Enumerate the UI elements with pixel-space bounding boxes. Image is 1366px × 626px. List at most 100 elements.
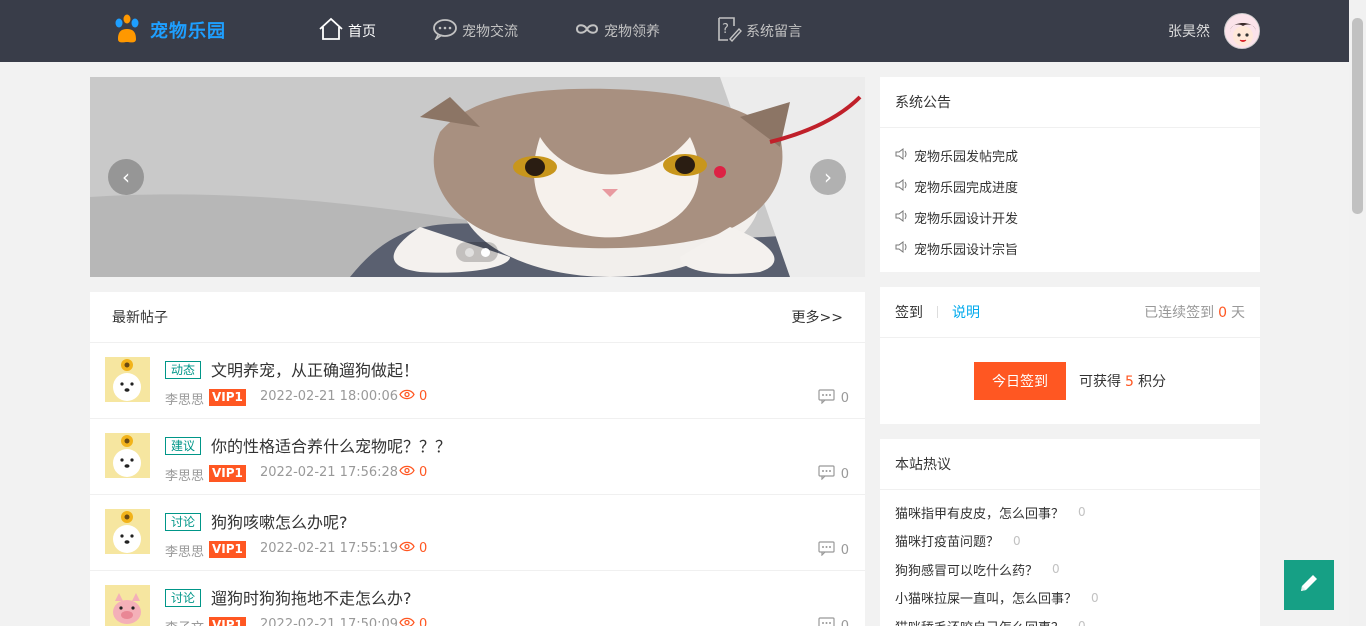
main-nav: 首页 宠物交流 宠物领养 ? 系统留言 xyxy=(318,0,858,62)
hot-topic-title[interactable]: 猫咪指甲有皮皮，怎么回事？ xyxy=(895,503,1064,522)
tab-help[interactable]: 说明 xyxy=(952,302,980,322)
post-item[interactable]: 讨论 狗狗咳嗽怎么办呢? 李思思 VIP1 2022-02-21 17:55:1… xyxy=(90,495,865,571)
user-menu[interactable]: 张昊然 xyxy=(1168,13,1260,49)
post-category-tag: 建议 xyxy=(165,437,202,455)
post-comments: 0 xyxy=(818,541,849,560)
notice-item[interactable]: 宠物乐园发帖完成 xyxy=(895,140,1245,171)
page-scrollbar[interactable] xyxy=(1349,0,1366,626)
top-navbar: 宠物乐园 首页 宠物交流 宠物领养 ? 系统留言 张昊然 xyxy=(0,0,1349,62)
signin-streak: 已连续签到 0 天 xyxy=(1144,302,1245,322)
banner-carousel[interactable]: ‹ › xyxy=(90,77,865,277)
nav-messages-label: 系统留言 xyxy=(746,24,802,40)
view-count: 0 xyxy=(419,541,428,556)
comment-count: 0 xyxy=(840,391,849,406)
vip-badge: VIP1 xyxy=(209,617,246,626)
post-item[interactable]: 建议 你的性格适合养什么宠物呢？？？ 李思思 VIP1 2022-02-21 1… xyxy=(90,419,865,495)
chevron-left-icon: ‹ xyxy=(122,165,130,189)
signin-today-button[interactable]: 今日签到 xyxy=(974,361,1067,400)
dog-avatar[interactable] xyxy=(105,509,150,554)
reward-prefix: 可获得 xyxy=(1079,373,1122,390)
dog-avatar[interactable] xyxy=(105,433,150,478)
home-icon xyxy=(318,17,348,45)
nav-messages[interactable]: ? 系统留言 xyxy=(716,0,802,62)
tab-divider xyxy=(937,306,938,318)
carousel-prev-button[interactable]: ‹ xyxy=(108,159,144,195)
vip-badge: VIP1 xyxy=(209,389,246,406)
pig-avatar[interactable] xyxy=(105,585,150,626)
post-author[interactable]: 李思思 xyxy=(165,465,204,484)
comment-count: 0 xyxy=(841,619,849,626)
eye-icon xyxy=(399,617,419,626)
carousel-dot-1[interactable] xyxy=(464,247,474,257)
paw-icon xyxy=(112,14,142,46)
post-item[interactable]: 讨论 遛狗时狗狗拖地不走怎么办? 李子文 VIP1 2022-02-21 17:… xyxy=(90,571,865,626)
user-name[interactable]: 张昊然 xyxy=(1168,21,1210,41)
post-title[interactable]: 狗狗咳嗽怎么办呢? xyxy=(211,509,348,533)
hot-topic-count: 0 xyxy=(1078,505,1086,520)
tab-signin[interactable]: 签到 xyxy=(895,302,923,322)
comment-icon xyxy=(818,389,841,408)
post-title[interactable]: 文明养宠，从正确遛狗做起！ xyxy=(211,357,419,381)
comment-icon xyxy=(818,617,841,626)
new-post-button[interactable] xyxy=(1284,560,1334,610)
post-item[interactable]: 动态 文明养宠，从正确遛狗做起！ 李思思 VIP1 2022-02-21 18:… xyxy=(90,343,865,419)
pencil-icon xyxy=(1298,572,1320,598)
post-author[interactable]: 李思思 xyxy=(165,389,204,408)
more-posts-link[interactable]: 更多>> xyxy=(792,307,843,327)
post-time: 2022-02-21 18:00:06 xyxy=(260,389,399,404)
view-count: 0 xyxy=(419,389,428,404)
carousel-dot-2[interactable] xyxy=(480,247,490,257)
notice-text[interactable]: 宠物乐园发帖完成 xyxy=(914,146,1018,165)
notice-text[interactable]: 宠物乐园设计开发 xyxy=(914,208,1018,227)
notice-text[interactable]: 宠物乐园完成进度 xyxy=(914,177,1018,196)
nav-pet-adoption[interactable]: 宠物领养 xyxy=(574,0,660,62)
speaker-icon xyxy=(895,240,914,257)
site-logo[interactable]: 宠物乐园 xyxy=(112,14,226,46)
streak-suffix: 天 xyxy=(1231,305,1245,321)
chat-icon xyxy=(432,18,462,44)
signin-panel: 签到 说明 已连续签到 0 天 今日签到 可获得 5 积分 xyxy=(880,287,1260,424)
hot-topics-header: 本站热议 xyxy=(880,439,1260,490)
hot-topic-title[interactable]: 猫咪舔毛还咬自己怎么回事？ xyxy=(895,617,1064,626)
hot-topic-count: 0 xyxy=(1078,619,1086,626)
post-comments: 0 xyxy=(818,389,849,408)
hot-topic-item[interactable]: 猫咪指甲有皮皮，怎么回事？ 0 xyxy=(895,498,1245,527)
latest-posts-header: 最新帖子 更多>> xyxy=(90,292,865,343)
hot-topic-item[interactable]: 猫咪打疫苗问题？ 0 xyxy=(895,527,1245,556)
scrollbar-thumb[interactable] xyxy=(1352,18,1363,214)
post-author[interactable]: 李思思 xyxy=(165,541,204,560)
vip-badge: VIP1 xyxy=(209,541,246,558)
hot-topic-item[interactable]: 小猫咪拉屎一直叫，怎么回事？ 0 xyxy=(895,584,1245,613)
nav-pet-exchange[interactable]: 宠物交流 xyxy=(432,0,518,62)
notice-item[interactable]: 宠物乐园设计开发 xyxy=(895,202,1245,233)
dog-avatar[interactable] xyxy=(105,357,150,402)
post-list: 动态 文明养宠，从正确遛狗做起！ 李思思 VIP1 2022-02-21 18:… xyxy=(90,343,865,626)
notice-text[interactable]: 宠物乐园设计宗旨 xyxy=(914,239,1018,258)
user-avatar[interactable] xyxy=(1224,13,1260,49)
signin-reward: 可获得 5 积分 xyxy=(1079,371,1166,391)
notice-item[interactable]: 宠物乐园完成进度 xyxy=(895,171,1245,202)
hot-topic-title[interactable]: 狗狗感冒可以吃什么药？ xyxy=(895,560,1038,579)
nav-home[interactable]: 首页 xyxy=(318,0,376,62)
carousel-indicators xyxy=(456,242,498,262)
post-views: 0 xyxy=(399,541,427,556)
logo-text: 宠物乐园 xyxy=(150,21,226,42)
post-title[interactable]: 遛狗时狗狗拖地不走怎么办? xyxy=(211,585,412,609)
speaker-icon xyxy=(895,178,914,195)
hot-topics-panel: 本站热议 猫咪指甲有皮皮，怎么回事？ 0 猫咪打疫苗问题？ 0 狗狗感冒可以吃什么药？ 0… xyxy=(880,439,1260,626)
hot-topic-title[interactable]: 小猫咪拉屎一直叫，怎么回事？ xyxy=(895,588,1077,607)
hot-topic-title[interactable]: 猫咪打疫苗问题？ xyxy=(895,531,999,550)
post-time: 2022-02-21 17:55:19 xyxy=(260,541,399,556)
hot-topic-count: 0 xyxy=(1013,533,1021,548)
latest-posts-title: 最新帖子 xyxy=(112,310,168,326)
notice-list: 宠物乐园发帖完成 宠物乐园完成进度 宠物乐园设计开发 宠物乐园设计宗旨 xyxy=(880,128,1260,276)
hot-topic-item[interactable]: 狗狗感冒可以吃什么药？ 0 xyxy=(895,555,1245,584)
post-author[interactable]: 李子文 xyxy=(165,617,204,626)
comment-icon xyxy=(818,541,841,560)
post-category-tag: 讨论 xyxy=(165,513,202,531)
carousel-next-button[interactable]: › xyxy=(810,159,846,195)
signin-header: 签到 说明 已连续签到 0 天 xyxy=(880,287,1260,338)
hot-topic-item[interactable]: 猫咪舔毛还咬自己怎么回事？ 0 xyxy=(895,612,1245,626)
notice-item[interactable]: 宠物乐园设计宗旨 xyxy=(895,233,1245,264)
post-title[interactable]: 你的性格适合养什么宠物呢？？？ xyxy=(211,433,451,457)
